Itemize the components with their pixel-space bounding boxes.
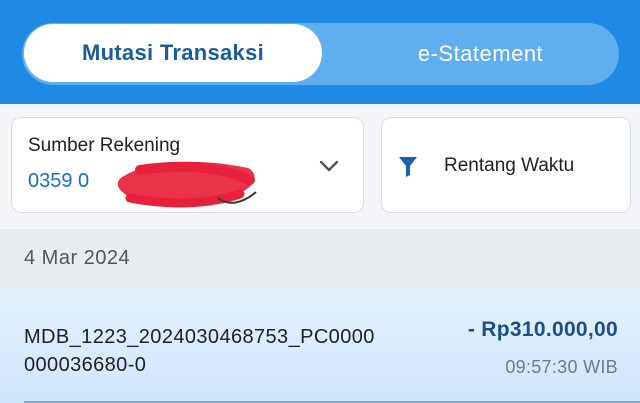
account-selector[interactable]: Sumber Rekening 0359 0 xyxy=(11,117,364,213)
date-group-header: 4 Mar 2024 xyxy=(0,229,640,287)
transaction-time: 09:57:30 WIB xyxy=(505,357,618,377)
filter-icon xyxy=(399,157,417,177)
date-group-label: 4 Mar 2024 xyxy=(24,247,131,269)
date-range-filter[interactable]: Rentang Waktu xyxy=(381,117,631,213)
redaction-scribble xyxy=(117,161,257,208)
account-number: 0359 0 xyxy=(28,170,90,192)
tab-mutasi-transaksi[interactable]: Mutasi Transaksi xyxy=(24,24,322,82)
transaction-row[interactable]: MDB_1223_2024030468753_PC0000000036680-0… xyxy=(0,287,640,403)
chevron-down-icon[interactable] xyxy=(317,154,341,178)
transaction-amount: - Rp310.000,00 xyxy=(467,318,618,341)
date-range-label: Rentang Waktu xyxy=(444,155,575,176)
tab-e-statement[interactable]: e-Statement xyxy=(342,23,619,85)
top-bar: Mutasi Transaksi e-Statement xyxy=(0,0,640,104)
transaction-description: MDB_1223_2024030468753_PC0000000036680-0 xyxy=(24,326,375,376)
view-switcher: Mutasi Transaksi e-Statement xyxy=(22,23,619,85)
